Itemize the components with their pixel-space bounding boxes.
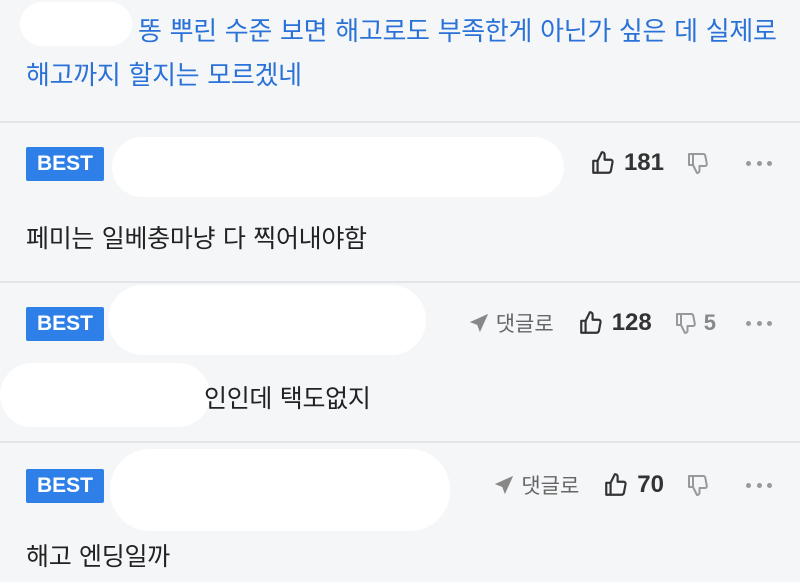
- comment-item: BEST 181 페미는 일베충마냥 다 찍어내야함: [0, 123, 800, 283]
- reply-button[interactable]: 댓글로: [493, 470, 579, 500]
- quoted-comment-text: 똥 뿌린 수준 보면 해고로도 부족한게 아닌가 싶은 데 실제로 해고까지 할…: [26, 17, 777, 91]
- dislike-button[interactable]: [686, 151, 716, 175]
- comment-actions: 댓글로 128 5: [468, 303, 800, 343]
- thumbs-up-icon: [605, 473, 627, 496]
- like-button[interactable]: 128: [578, 309, 652, 337]
- like-button[interactable]: 70: [603, 471, 664, 499]
- reply-label: 댓글로: [495, 312, 554, 336]
- redacted-username: [108, 285, 426, 355]
- redacted-username: [112, 137, 564, 197]
- comment-item: BEST 댓글로 128 5 인인데 택도없지: [0, 283, 800, 443]
- thumbs-down-icon: [675, 313, 696, 334]
- like-button[interactable]: 181: [590, 149, 664, 177]
- redacted-username: [110, 449, 450, 531]
- reply-arrow-icon: [469, 313, 488, 333]
- dislike-button[interactable]: 5: [674, 310, 716, 336]
- quoted-comment: 똥 뿌린 수준 보면 해고로도 부족한게 아닌가 싶은 데 실제로 해고까지 할…: [0, 0, 800, 123]
- reply-label: 댓글로: [521, 474, 580, 498]
- like-count: 181: [623, 149, 664, 176]
- more-options-button[interactable]: [746, 482, 772, 488]
- redacted-username: [0, 363, 210, 427]
- more-options-button[interactable]: [746, 320, 772, 326]
- dislike-count: 5: [703, 310, 716, 335]
- more-options-button[interactable]: [746, 160, 772, 166]
- reply-button[interactable]: 댓글로: [468, 308, 554, 338]
- reply-arrow-icon: [495, 475, 514, 495]
- comment-text: 해고 엔딩일까: [26, 542, 170, 571]
- best-badge: BEST: [26, 147, 104, 181]
- thumbs-down-icon: [688, 475, 708, 496]
- best-badge: BEST: [26, 307, 104, 341]
- comment-actions: 댓글로 70: [493, 465, 800, 505]
- like-count: 128: [611, 309, 652, 336]
- dislike-button[interactable]: [686, 473, 716, 497]
- thumbs-down-icon: [688, 153, 708, 174]
- thumbs-up-icon: [592, 151, 614, 174]
- comment-actions: 181: [590, 143, 800, 183]
- thumbs-up-icon: [579, 311, 602, 334]
- comment-text: 인인데 택도없지: [204, 384, 371, 413]
- best-badge: BEST: [26, 469, 104, 503]
- comment-item: BEST 댓글로 70 해고 엔딩일까: [0, 443, 800, 582]
- comment-text: 페미는 일베충마냥 다 찍어내야함: [26, 224, 367, 253]
- like-count: 70: [637, 471, 664, 498]
